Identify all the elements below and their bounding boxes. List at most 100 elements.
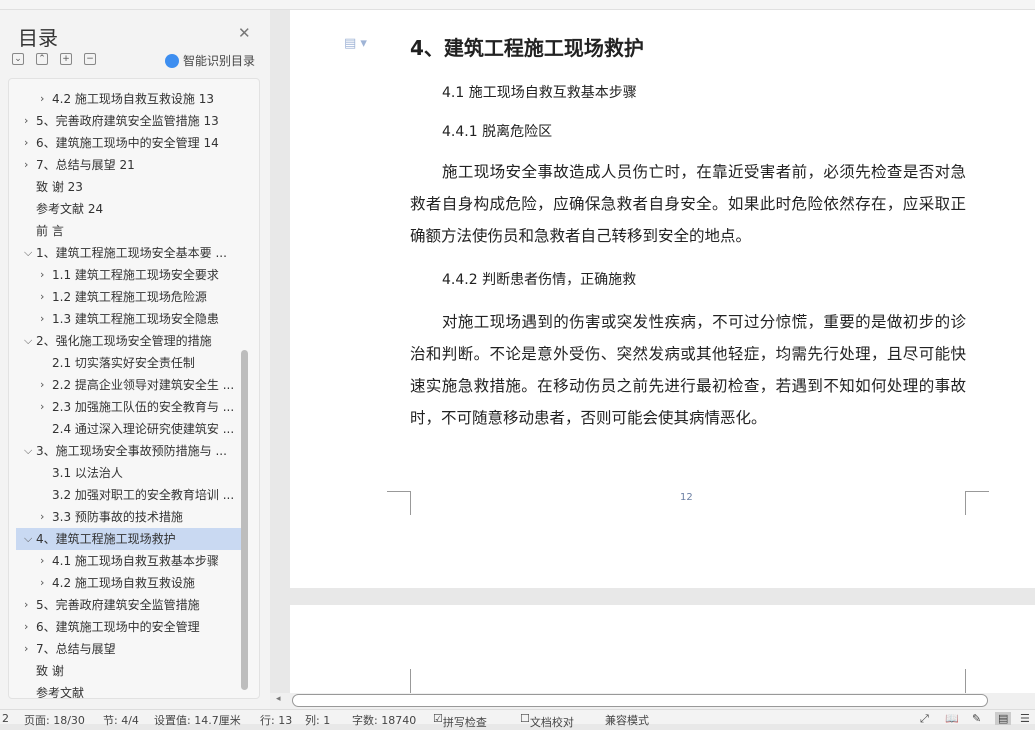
chevron-right-icon[interactable]: › [40, 286, 44, 308]
toc-item[interactable]: ⌵ 4、建筑工程施工现场救护 [16, 528, 241, 550]
toc-item[interactable]: › 6、建筑施工现场中的安全管理 14 [16, 132, 241, 154]
column-indicator: 列: 1 [305, 714, 331, 727]
page-indicator[interactable]: 页面: 18/30 [24, 712, 85, 728]
chevron-right-icon[interactable]: › [24, 616, 28, 638]
spell-label: 拼写检查 [442, 716, 487, 729]
toc-item-label: 3、施工现场安全事故预防措施与 ... [36, 444, 227, 458]
margin-mark [387, 491, 411, 515]
top-toolbar [0, 0, 1035, 10]
chevron-down-icon[interactable]: ⌵ [24, 440, 32, 462]
toc-item-label: 2.2 提高企业领导对建筑安全生 ... [52, 378, 235, 392]
heading-2: 4.1 施工现场自救互救基本步骤 [442, 85, 637, 101]
toc-item-label: 4.1 施工现场自救互救基本步骤 [52, 554, 219, 568]
toc-item-label: 7、总结与展望 [36, 642, 116, 656]
chevron-right-icon[interactable]: › [40, 308, 44, 330]
toc-item-label: 参考文献 [36, 686, 85, 699]
expand-all-icon[interactable]: + [60, 53, 72, 65]
expand-down-icon[interactable]: ⌄ [12, 53, 24, 65]
chevron-right-icon[interactable]: › [40, 550, 44, 572]
next-page [290, 605, 1035, 693]
toc-item[interactable]: › 4.1 施工现场自救互救基本步骤 [16, 550, 241, 572]
toc-item[interactable]: › 1.2 建筑工程施工现场危险源 [16, 286, 241, 308]
toc-item[interactable]: 3.1 以法治人 [16, 462, 241, 484]
toc-panel: 目录 ✕ ⌄ ⌃ + − 智能识别目录 › 4.2 施工现场自救互救设施 13 › 5… [0, 10, 270, 709]
toc-item[interactable]: › 1.3 建筑工程施工现场安全隐患 [16, 308, 241, 330]
toc-item[interactable]: › 7、总结与展望 [16, 638, 241, 660]
toc-item[interactable]: › 5、完善政府建筑安全监管措施 13 [16, 110, 241, 132]
toc-item[interactable]: ⌵ 1、建筑工程施工现场安全基本要 ... [16, 242, 241, 264]
setting-value: 设置值: 14.7厘米 [154, 714, 241, 727]
toc-item-label: 参考文献 24 [36, 202, 104, 216]
toc-item-label: 4.2 施工现场自救互救设施 13 [52, 92, 214, 106]
toc-item[interactable]: 参考文献 [16, 682, 241, 699]
toc-item-label: 5、完善政府建筑安全监管措施 [36, 598, 200, 612]
outline-view-icon[interactable]: ☰ [1020, 712, 1030, 725]
collapse-up-icon[interactable]: ⌃ [36, 53, 48, 65]
toc-scrollbar[interactable] [241, 350, 248, 690]
toc-item[interactable]: 致 谢 23 [16, 176, 241, 198]
pen-icon[interactable]: ✎ [972, 712, 981, 725]
toc-item[interactable]: ⌵ 3、施工现场安全事故预防措施与 ... [16, 440, 241, 462]
toc-item-label: 3.1 以法治人 [52, 466, 123, 480]
toc-item[interactable]: ⌵ 2、强化施工现场安全管理的措施 [16, 330, 241, 352]
toc-item[interactable]: 前 言 [16, 220, 241, 242]
toc-item-label: 致 谢 [36, 664, 64, 678]
chevron-down-icon[interactable]: ⌵ [24, 242, 32, 264]
chevron-right-icon[interactable]: › [24, 132, 28, 154]
toc-item[interactable]: 致 谢 [16, 660, 241, 682]
chevron-right-icon[interactable]: › [40, 374, 44, 396]
toc-item[interactable]: › 2.3 加强施工队伍的安全教育与 ... [16, 396, 241, 418]
toc-item[interactable]: › 2.2 提高企业领导对建筑安全生 ... [16, 374, 241, 396]
close-icon[interactable]: ✕ [238, 24, 251, 42]
chevron-right-icon[interactable]: › [40, 572, 44, 594]
chevron-down-icon[interactable]: ⌵ [24, 330, 32, 352]
read-mode-icon[interactable]: 📖 [945, 712, 959, 725]
chevron-right-icon[interactable]: › [24, 154, 28, 176]
heading-1: 4、建筑工程施工现场救护 [410, 36, 644, 60]
paragraph-menu-icon[interactable]: ▤ ▾ [344, 36, 367, 51]
toc-item[interactable]: 2.4 通过深入理论研究使建筑安 ... [16, 418, 241, 440]
margin-mark [965, 491, 989, 515]
toc-item[interactable]: › 3.3 预防事故的技术措施 [16, 506, 241, 528]
toc-item[interactable]: › 7、总结与展望 21 [16, 154, 241, 176]
toc-item-label: 7、总结与展望 21 [36, 158, 135, 172]
chevron-right-icon[interactable]: › [40, 88, 44, 110]
chevron-right-icon[interactable]: › [24, 594, 28, 616]
chevron-down-icon[interactable]: ⌵ [24, 528, 32, 550]
scroll-left-icon[interactable]: ◂ [276, 694, 281, 704]
scroll-thumb[interactable] [292, 694, 988, 707]
chevron-right-icon[interactable]: › [40, 506, 44, 528]
page-number: 12 [680, 492, 693, 503]
toc-item[interactable]: › 4.2 施工现场自救互救设施 [16, 572, 241, 594]
toc-item[interactable]: 2.1 切实落实好安全责任制 [16, 352, 241, 374]
document-page: ▤ ▾ 4、建筑工程施工现场救护 4.1 施工现场自救互救基本步骤 4.4.1 … [290, 10, 1035, 588]
chevron-right-icon[interactable]: › [40, 396, 44, 418]
status-bar: 2 页面: 18/30 节: 4/4 设置值: 14.7厘米 行: 13 列: … [0, 709, 1035, 729]
toc-item[interactable]: › 5、完善政府建筑安全监管措施 [16, 594, 241, 616]
toc-item[interactable]: › 1.1 建筑工程施工现场安全要求 [16, 264, 241, 286]
toc-item-label: 致 谢 23 [36, 180, 83, 194]
spell-check-button[interactable]: ☑ 拼写检查 [433, 712, 487, 729]
toc-item-label: 4、建筑工程施工现场救护 [36, 532, 176, 546]
proofread-button[interactable]: ☐ 文档校对 [520, 712, 574, 729]
page-view-icon[interactable]: ▤ [995, 712, 1012, 725]
toc-item-label: 6、建筑施工现场中的安全管理 14 [36, 136, 219, 150]
toc-item-label: 1.1 建筑工程施工现场安全要求 [52, 268, 219, 282]
toc-item[interactable]: 参考文献 24 [16, 198, 241, 220]
chevron-right-icon[interactable]: › [24, 110, 28, 132]
robot-icon [165, 53, 179, 68]
collapse-all-icon[interactable]: − [84, 53, 96, 65]
toc-item[interactable]: › 4.2 施工现场自救互救设施 13 [16, 88, 241, 110]
toc-item-label: 1.2 建筑工程施工现场危险源 [52, 290, 207, 304]
word-count[interactable]: 字数: 18740 [352, 712, 416, 728]
smart-label: 智能识别目录 [183, 54, 256, 68]
toc-list: › 4.2 施工现场自救互救设施 13 › 5、完善政府建筑安全监管措施 13 › 6、建… [8, 78, 260, 699]
smart-recognize-toc-button[interactable]: 智能识别目录 [165, 52, 255, 69]
horizontal-scrollbar[interactable]: ◂ [270, 693, 1035, 709]
toc-item[interactable]: 3.2 加强对职工的安全教育培训 ... [16, 484, 241, 506]
line-indicator: 行: 13 [260, 714, 293, 727]
chevron-right-icon[interactable]: › [40, 264, 44, 286]
toc-item-label: 5、完善政府建筑安全监管措施 13 [36, 114, 219, 128]
chevron-right-icon[interactable]: › [24, 638, 28, 660]
toc-item[interactable]: › 6、建筑施工现场中的安全管理 [16, 616, 241, 638]
